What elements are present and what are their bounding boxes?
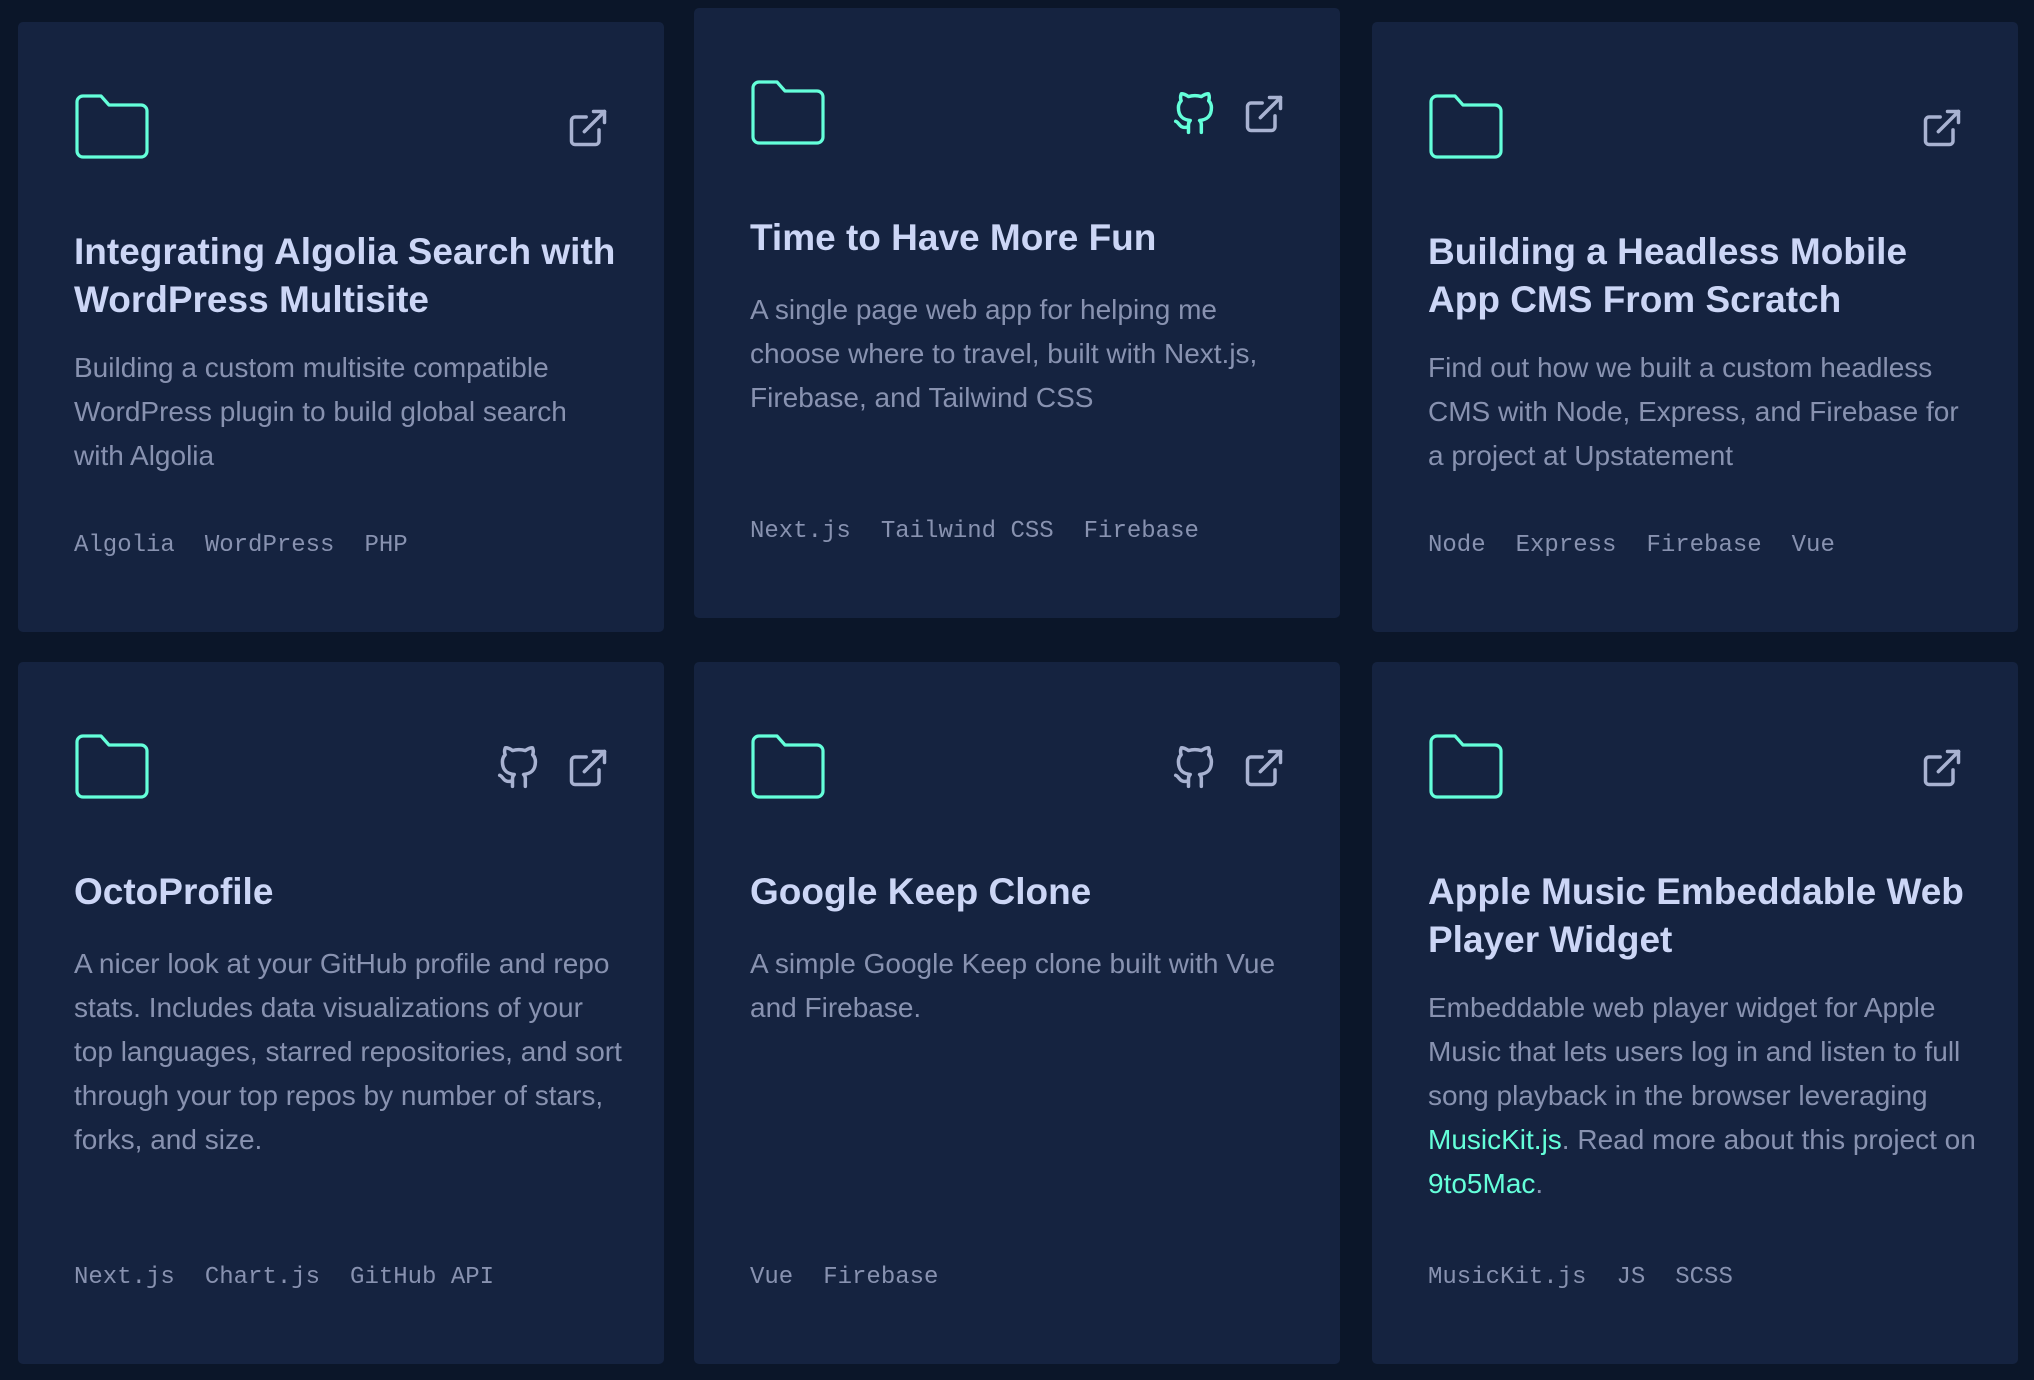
project-description: Building a custom multisite compatible W… <box>74 352 567 471</box>
tech-list: Node Express Firebase Vue <box>1428 532 1978 559</box>
folder-icon <box>1428 92 1504 160</box>
project-description: A simple Google Keep clone built with Vu… <box>750 948 1276 1023</box>
folder-icon <box>1428 732 1504 800</box>
project-card[interactable]: Google Keep Clone A simple Google Keep c… <box>694 662 1340 1364</box>
tech-tag: Next.js <box>74 1264 175 1291</box>
tech-tag: Next.js <box>750 518 851 545</box>
description-text: Embeddable web player widget for Apple M… <box>1428 992 1961 1111</box>
external-link-icon[interactable] <box>1242 92 1286 136</box>
project-card[interactable]: Apple Music Embeddable Web Player Widget… <box>1372 662 2018 1364</box>
project-card[interactable]: Integrating Algolia Search with WordPres… <box>18 22 664 632</box>
tech-list: Vue Firebase <box>750 1264 1300 1291</box>
github-icon[interactable] <box>1172 92 1216 136</box>
musickit-link[interactable]: MusicKit.js <box>1428 1124 1562 1155</box>
project-card[interactable]: Time to Have More Fun A single page web … <box>694 8 1340 618</box>
project-description: Embeddable web player widget for Apple M… <box>1428 986 1978 1206</box>
project-title[interactable]: Building a Headless Mobile App CMS From … <box>1428 228 1978 324</box>
github-icon[interactable] <box>496 746 540 790</box>
folder-icon <box>750 78 826 146</box>
project-title[interactable]: Google Keep Clone <box>750 868 1300 916</box>
tech-tag: Vue <box>750 1264 794 1291</box>
tech-tag: Tailwind CSS <box>880 518 1054 545</box>
tech-list: MusicKit.js JS SCSS <box>1428 1264 1978 1291</box>
external-link-icon[interactable] <box>566 106 610 150</box>
tech-tag: SCSS <box>1675 1264 1733 1291</box>
description-text: . <box>1535 1168 1544 1199</box>
folder-icon <box>750 732 826 800</box>
tech-tag: GitHub API <box>350 1264 495 1291</box>
project-description: A single page web app for helping me cho… <box>750 294 1258 413</box>
tech-tag: JS <box>1616 1264 1646 1291</box>
description-text: . Read more about this project on <box>1561 1124 1976 1155</box>
tech-tag: Algolia <box>74 532 175 559</box>
tech-tag: Firebase <box>1646 532 1762 559</box>
9to5mac-link[interactable]: 9to5Mac <box>1428 1168 1535 1199</box>
tech-tag: MusicKit.js <box>1428 1264 1587 1291</box>
tech-tag: Firebase <box>823 1264 939 1291</box>
folder-icon <box>74 92 150 160</box>
tech-tag: Vue <box>1791 532 1835 559</box>
folder-icon <box>74 732 150 800</box>
project-card[interactable]: OctoProfile A nicer look at your GitHub … <box>18 662 664 1364</box>
github-icon[interactable] <box>1172 746 1216 790</box>
project-description: Find out how we built a custom headless … <box>1428 352 1959 471</box>
tech-tag: WordPress <box>204 532 335 559</box>
external-link-icon[interactable] <box>1920 106 1964 150</box>
tech-tag: Firebase <box>1083 518 1199 545</box>
project-title[interactable]: Time to Have More Fun <box>750 214 1300 262</box>
external-link-icon[interactable] <box>1920 746 1964 790</box>
tech-tag: PHP <box>364 532 408 559</box>
tech-list: Next.js Tailwind CSS Firebase <box>750 518 1300 545</box>
tech-tag: Node <box>1428 532 1486 559</box>
project-title[interactable]: Apple Music Embeddable Web Player Widget <box>1428 868 1978 964</box>
tech-tag: Chart.js <box>204 1264 321 1291</box>
project-card[interactable]: Building a Headless Mobile App CMS From … <box>1372 22 2018 632</box>
external-link-icon[interactable] <box>1242 746 1286 790</box>
project-title[interactable]: Integrating Algolia Search with WordPres… <box>74 228 624 324</box>
project-description: A nicer look at your GitHub profile and … <box>74 948 622 1155</box>
tech-tag: Express <box>1515 532 1617 559</box>
project-title[interactable]: OctoProfile <box>74 868 624 916</box>
external-link-icon[interactable] <box>566 746 610 790</box>
tech-list: Next.js Chart.js GitHub API <box>74 1264 624 1291</box>
tech-list: Algolia WordPress PHP <box>74 532 624 559</box>
